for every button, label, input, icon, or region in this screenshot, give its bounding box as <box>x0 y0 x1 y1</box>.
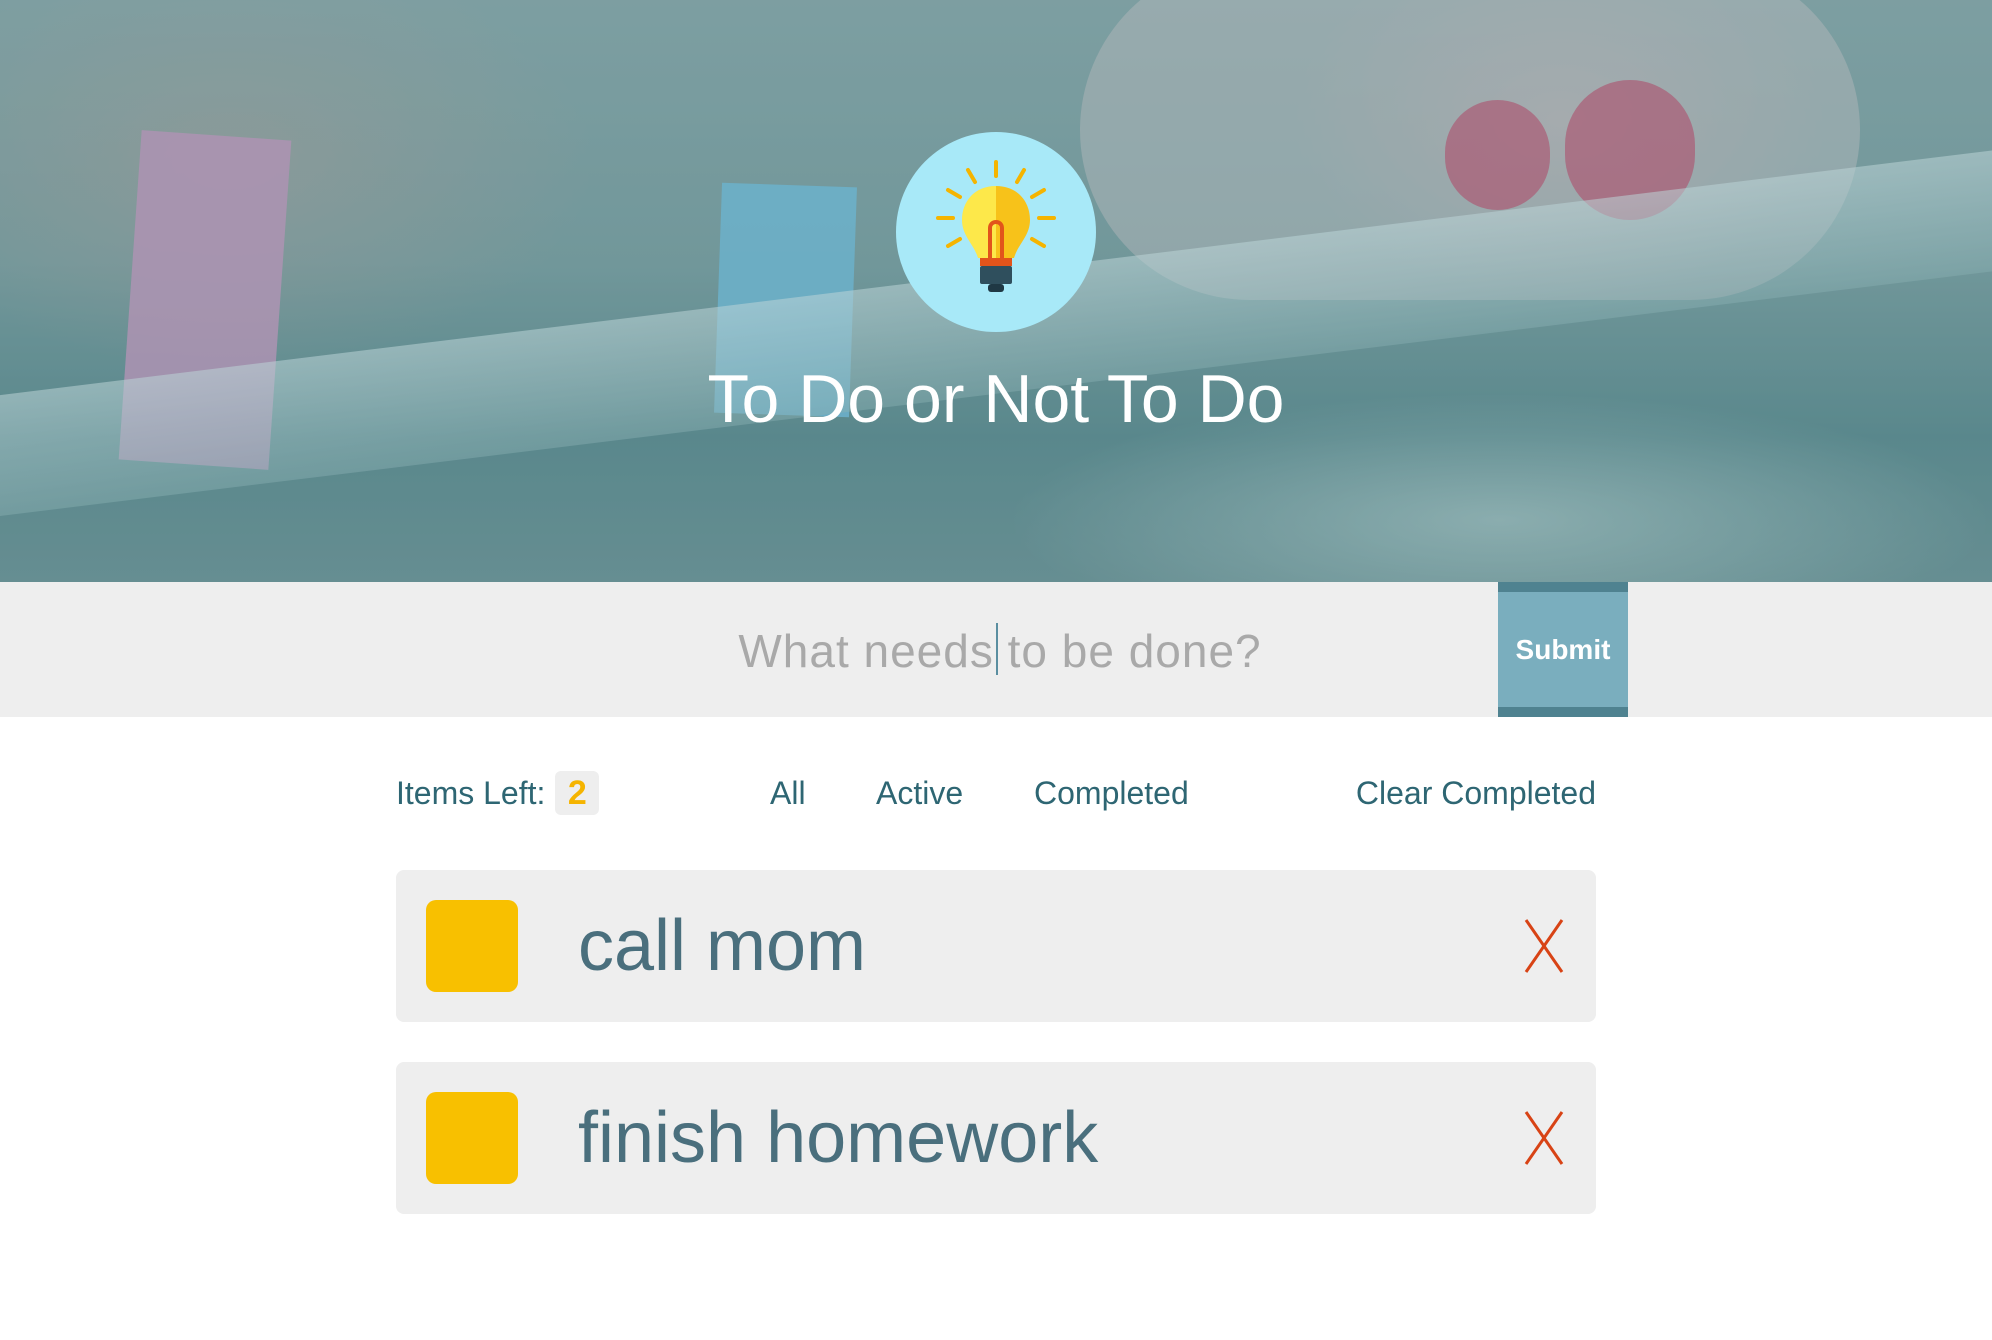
items-left: Items Left: 2 <box>396 765 600 821</box>
checkbox-icon[interactable] <box>426 900 518 992</box>
lightbulb-icon <box>896 132 1096 332</box>
filter-completed[interactable]: Completed <box>1034 765 1189 821</box>
hero-banner: To Do or Not To Do <box>0 0 1992 582</box>
filter-all[interactable]: All <box>770 765 806 821</box>
clear-completed-button[interactable]: Clear Completed <box>1356 765 1596 821</box>
new-todo-input[interactable] <box>498 582 1502 719</box>
page-title: To Do or Not To Do <box>707 361 1285 437</box>
filter-active[interactable]: Active <box>876 765 963 821</box>
todo-item: finish homework <box>396 1062 1596 1214</box>
items-left-count: 2 <box>555 771 600 815</box>
todo-item: call mom <box>396 870 1596 1022</box>
items-left-label: Items Left: <box>396 774 546 811</box>
submit-button[interactable]: Submit <box>1498 582 1628 717</box>
todo-text[interactable]: call mom <box>578 870 866 1022</box>
todo-controls: Items Left: 2 All Active Completed Clear… <box>396 765 1596 821</box>
close-x-icon[interactable] <box>1522 1108 1566 1168</box>
checkbox-icon[interactable] <box>426 1092 518 1184</box>
text-caret <box>996 623 998 675</box>
close-x-icon[interactable] <box>1522 916 1566 976</box>
todo-text[interactable]: finish homework <box>578 1062 1098 1214</box>
